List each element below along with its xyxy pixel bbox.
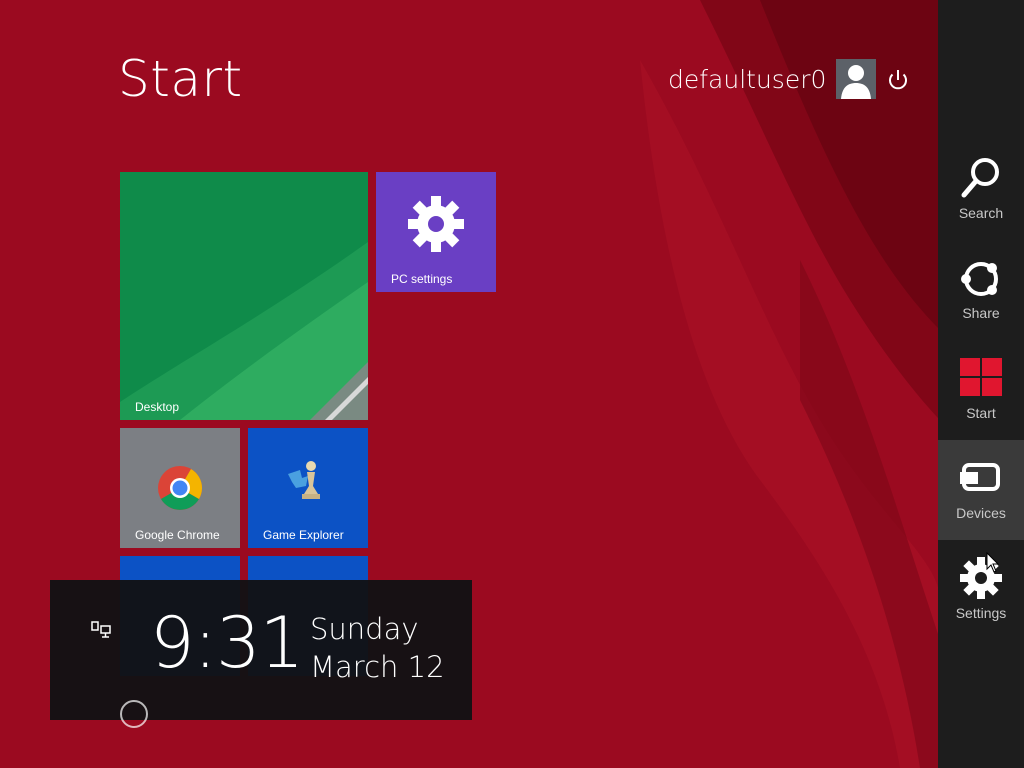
desktop-wallpaper-thumbnail xyxy=(120,172,368,420)
tile-game-explorer[interactable]: Game Explorer xyxy=(248,428,368,548)
gear-icon xyxy=(408,196,464,252)
charm-label: Share xyxy=(962,305,1000,321)
share-icon xyxy=(961,262,998,296)
apps-view-arrow-icon[interactable] xyxy=(120,700,148,728)
clock-overlay: 9:31 Sunday March 12 xyxy=(50,580,472,720)
mouse-cursor-icon xyxy=(986,552,1000,573)
power-icon[interactable] xyxy=(884,66,912,94)
charm-label: Devices xyxy=(956,505,1006,521)
windows-logo-icon xyxy=(960,358,1002,396)
game-explorer-icon xyxy=(288,461,320,499)
network-icon xyxy=(91,621,111,638)
chrome-icon xyxy=(158,466,202,510)
clock-date: March 12 xyxy=(310,650,445,684)
tile-desktop[interactable]: Desktop xyxy=(120,172,368,420)
charm-share[interactable]: Share xyxy=(938,240,1024,340)
tile-google-chrome[interactable]: Google Chrome xyxy=(120,428,240,548)
charm-label: Settings xyxy=(955,605,1007,621)
user-name: defaultuser0 xyxy=(668,64,827,94)
tile-label: Desktop xyxy=(135,400,180,414)
charm-start[interactable]: Start xyxy=(938,340,1024,440)
tile-label: Game Explorer xyxy=(263,528,344,542)
charm-label: Search xyxy=(958,205,1004,221)
charm-search[interactable]: Search xyxy=(938,140,1024,240)
user-silhouette-icon[interactable] xyxy=(836,59,877,99)
search-icon xyxy=(961,158,999,198)
charm-label: Start xyxy=(966,405,996,421)
clock-day: Sunday xyxy=(310,612,419,646)
tile-label: Google Chrome xyxy=(135,528,220,542)
user-account[interactable]: defaultuser0 xyxy=(668,58,877,100)
charm-settings[interactable]: Settings xyxy=(938,540,1024,640)
tile-pc-settings[interactable]: PC settings xyxy=(376,172,496,292)
charm-devices[interactable]: Devices xyxy=(938,440,1024,540)
page-title: Start xyxy=(118,50,243,108)
tile-label: PC settings xyxy=(391,272,453,286)
devices-icon xyxy=(960,463,1000,491)
clock-time: 9:31 xyxy=(150,602,304,684)
charms-bar: Search Share Start Devices Settings xyxy=(938,0,1024,768)
